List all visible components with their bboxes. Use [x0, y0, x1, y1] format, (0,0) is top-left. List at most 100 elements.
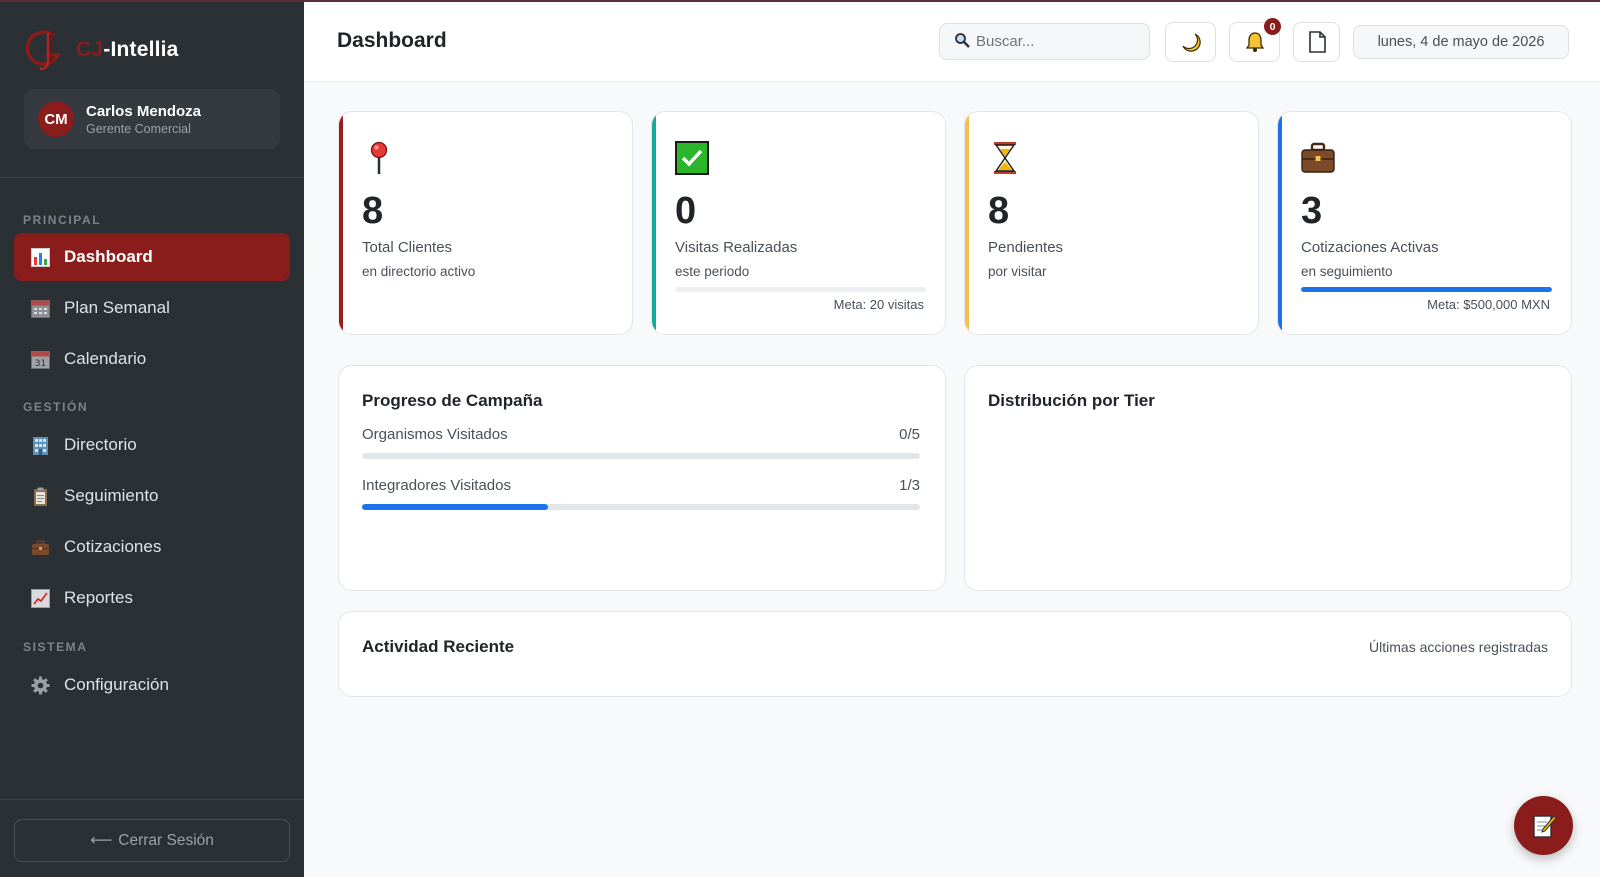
activity-title: Actividad Reciente: [362, 637, 515, 656]
moon-icon: [1181, 33, 1201, 52]
campaign-progress-card: Progreso de Campaña Organismos Visitados…: [338, 365, 946, 591]
line-chart-icon: [30, 588, 50, 608]
top-accent-line: [0, 0, 1600, 2]
clipboard-icon: [30, 486, 50, 506]
user-card[interactable]: CM Carlos Mendoza Gerente Comercial: [24, 89, 280, 149]
sidebar-item-plan-semanal[interactable]: Plan Semanal: [14, 284, 290, 332]
search-box[interactable]: [939, 23, 1150, 60]
memo-icon: [1532, 814, 1557, 838]
stat-meta: Meta: 20 visitas: [833, 297, 924, 312]
search-icon: [954, 32, 970, 52]
card-accent: [339, 112, 343, 334]
progress-fill: [362, 504, 548, 510]
progress-label: Organismos Visitados: [362, 426, 508, 443]
sidebar-item-reportes[interactable]: Reportes: [14, 574, 290, 622]
progress-count: 1/3: [899, 477, 920, 494]
sidebar-item-label: Configuración: [64, 675, 169, 694]
logout-label: Cerrar Sesión: [118, 831, 214, 849]
stat-label: Pendientes: [988, 239, 1064, 256]
building-icon: [30, 435, 50, 455]
stat-subtitle: en seguimiento: [1301, 264, 1393, 279]
logout-button[interactable]: ⟵ Cerrar Sesión: [14, 819, 290, 862]
tier-distribution-card: Distribución por Tier: [964, 365, 1572, 591]
sidebar-item-dashboard[interactable]: Dashboard: [14, 233, 290, 281]
section-label-principal: PRINCIPAL: [23, 213, 102, 227]
card-accent: [965, 112, 969, 334]
sidebar-item-label: Calendario: [64, 349, 147, 368]
date-display: lunes, 4 de mayo de 2026: [1353, 25, 1569, 59]
check-box-icon: [674, 140, 710, 176]
stat-card-visitas-realizadas[interactable]: 0 Visitas Realizadas este periodo Meta: …: [651, 111, 946, 335]
search-input[interactable]: [976, 33, 1136, 50]
arrow-left-icon: ⟵: [90, 832, 113, 849]
progress-row-organismos: Organismos Visitados 0/5: [362, 426, 920, 459]
sidebar-item-label: Directorio: [64, 435, 137, 454]
stat-card-total-clientes[interactable]: 8 Total Clientes en directorio activo: [338, 111, 633, 335]
bar-chart-icon: [30, 247, 50, 267]
progress-row-integradores: Integradores Visitados 1/3: [362, 477, 920, 510]
stat-label: Cotizaciones Activas: [1301, 239, 1439, 256]
sidebar-item-configuracion[interactable]: Configuración: [14, 661, 290, 709]
stat-card-cotizaciones-activas[interactable]: 3 Cotizaciones Activas en seguimiento Me…: [1277, 111, 1572, 335]
progress-count: 0/5: [899, 426, 920, 443]
pushpin-icon: [361, 140, 397, 176]
stat-subtitle: por visitar: [988, 264, 1047, 279]
stat-card-pendientes[interactable]: 8 Pendientes por visitar: [964, 111, 1259, 335]
sidebar-item-directorio[interactable]: Directorio: [14, 421, 290, 469]
brand[interactable]: CJ-Intellia: [24, 26, 179, 74]
stat-value: 8: [988, 190, 1010, 232]
sidebar-item-calendario[interactable]: 31 Calendario: [14, 335, 290, 383]
brand-prefix: CJ: [76, 38, 104, 61]
sidebar-divider: [0, 177, 304, 178]
avatar: CM: [38, 101, 74, 137]
sidebar: CJ-Intellia CM Carlos Mendoza Gerente Co…: [0, 0, 304, 877]
sidebar-item-label: Plan Semanal: [64, 298, 170, 317]
stat-label: Total Clientes: [362, 239, 453, 256]
svg-text:31: 31: [34, 359, 45, 369]
recent-activity-card: Actividad Reciente Últimas acciones regi…: [338, 611, 1572, 697]
progress-track: [362, 504, 920, 510]
brand-suffix: -Intellia: [103, 38, 179, 61]
page-title: Dashboard: [337, 29, 447, 52]
tier-title: Distribución por Tier: [988, 391, 1155, 410]
notifications-button[interactable]: 0: [1229, 18, 1281, 62]
briefcase-icon: [1300, 140, 1336, 176]
sidebar-item-seguimiento[interactable]: Seguimiento: [14, 472, 290, 520]
hourglass-icon: [987, 140, 1023, 176]
sidebar-item-label: Dashboard: [64, 247, 153, 266]
sidebar-item-cotizaciones[interactable]: Cotizaciones: [14, 523, 290, 571]
user-name: Carlos Mendoza: [86, 102, 202, 120]
stat-subtitle: este periodo: [675, 264, 750, 279]
sidebar-item-label: Reportes: [64, 588, 133, 607]
stat-subtitle: en directorio activo: [362, 264, 476, 279]
stat-meta: Meta: $500,000 MXN: [1427, 297, 1550, 312]
notification-badge: 0: [1264, 18, 1281, 35]
gear-icon: [30, 675, 50, 695]
progress-track: [362, 453, 920, 459]
header: Dashboard 0 lunes, 4 de mayo de 2026: [304, 0, 1600, 82]
card-accent: [652, 112, 656, 334]
theme-toggle-button[interactable]: [1165, 22, 1216, 62]
sidebar-bottom-divider: [0, 799, 304, 800]
campaign-title: Progreso de Campaña: [362, 391, 543, 410]
user-role: Gerente Comercial: [86, 121, 191, 136]
activity-subtitle: Últimas acciones registradas: [1369, 639, 1548, 655]
quick-note-button[interactable]: [1514, 796, 1573, 855]
section-label-sistema: SISTEMA: [23, 640, 88, 654]
bell-icon: [1245, 32, 1264, 52]
sidebar-item-label: Cotizaciones: [64, 537, 162, 556]
stat-value: 3: [1301, 190, 1323, 232]
progress-label: Integradores Visitados: [362, 477, 511, 494]
briefcase-icon: [30, 537, 50, 557]
stat-progress-bar: [675, 287, 926, 292]
section-label-gestion: GESTIÓN: [23, 400, 89, 414]
brand-name: CJ-Intellia: [76, 38, 179, 62]
document-button[interactable]: [1293, 22, 1340, 62]
card-accent: [1278, 112, 1282, 334]
brand-logo-icon: [25, 30, 61, 71]
stat-value: 0: [675, 190, 697, 232]
stat-value: 8: [362, 190, 384, 232]
calendar-31-icon: 31: [30, 349, 50, 369]
stat-progress-bar: [1301, 287, 1552, 292]
sidebar-item-label: Seguimiento: [64, 486, 159, 505]
